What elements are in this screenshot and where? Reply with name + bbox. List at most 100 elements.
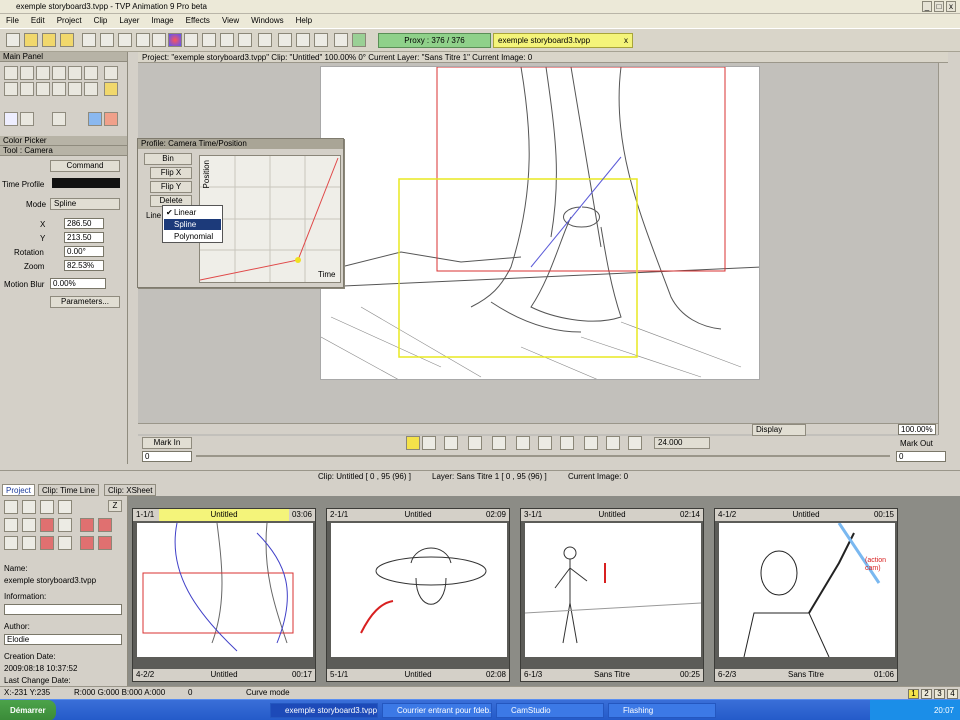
fps-dropdown[interactable]: 24.000 — [654, 437, 710, 449]
split-icon[interactable] — [296, 33, 310, 47]
y-field[interactable]: 213.50 — [64, 232, 104, 243]
storyboard-card[interactable]: 3-1/1 Untitled 02:14 6-1/3 Sans Titre 00:25 — [520, 508, 704, 682]
page-4-button[interactable]: 4 — [947, 689, 958, 699]
color-wheel-icon[interactable] — [168, 33, 182, 47]
merge-icon[interactable] — [80, 536, 94, 550]
menu-file[interactable]: File — [0, 14, 25, 25]
tab-xsheet[interactable]: Clip: XSheet — [104, 484, 157, 496]
hand-icon[interactable] — [104, 82, 118, 96]
cut-clip-icon[interactable] — [80, 518, 94, 532]
z-button[interactable]: Z — [108, 500, 122, 512]
card-thumbnail[interactable]: (action cam) — [719, 523, 895, 657]
menu-layer[interactable]: Layer — [113, 14, 145, 25]
author-field[interactable]: Elodie — [4, 634, 122, 645]
task-flashing[interactable]: Flashing — [608, 703, 716, 718]
vertical-scrollbar[interactable] — [938, 63, 950, 435]
monitor-icon[interactable] — [334, 33, 348, 47]
fast-forward-icon[interactable] — [606, 436, 620, 450]
box-icon[interactable] — [258, 33, 272, 47]
card-title[interactable]: Untitled — [327, 509, 509, 521]
play-reverse-icon[interactable] — [516, 436, 530, 450]
close-button[interactable]: x — [946, 1, 956, 12]
duplicate-icon[interactable] — [58, 518, 72, 532]
horizontal-scrollbar[interactable] — [138, 423, 938, 434]
undo-icon[interactable] — [88, 112, 102, 126]
new-icon[interactable] — [6, 33, 20, 47]
brush-icon[interactable] — [238, 33, 252, 47]
fill-icon[interactable] — [4, 82, 18, 96]
dot-tool-icon[interactable] — [4, 112, 18, 126]
cube-icon[interactable] — [152, 33, 166, 47]
paper-icon[interactable] — [202, 33, 216, 47]
maximize-button[interactable]: □ — [934, 1, 944, 12]
rotation-field[interactable]: 0.00° — [64, 246, 104, 257]
bin-dropdown[interactable]: Bin — [144, 153, 192, 165]
stamp-icon[interactable] — [20, 82, 34, 96]
selection-icon[interactable] — [36, 82, 50, 96]
add-below-icon[interactable] — [4, 536, 18, 550]
rewind-icon[interactable] — [492, 436, 506, 450]
pingpong-icon[interactable] — [422, 436, 436, 450]
save-as-icon[interactable] — [60, 33, 74, 47]
menu-clip[interactable]: Clip — [88, 14, 114, 25]
save-icon[interactable] — [42, 33, 56, 47]
add-after-icon[interactable] — [22, 536, 36, 550]
magic-wand-icon[interactable] — [52, 82, 66, 96]
mode-dropdown[interactable]: Spline — [50, 198, 120, 210]
task-tvpaint[interactable]: exemple storyboard3.tvpp — [270, 703, 378, 718]
pin-icon[interactable] — [136, 33, 150, 47]
start-button[interactable]: Démarrer — [0, 700, 56, 720]
flip-y-button[interactable]: Flip Y — [150, 181, 192, 193]
info-field[interactable] — [4, 604, 122, 615]
card-thumbnail[interactable] — [525, 523, 701, 657]
storyboard-card[interactable]: 1-1/1 Untitled 03:06 4-2/2 Untitled 00:17 — [132, 508, 316, 682]
card-title[interactable]: Untitled — [521, 509, 703, 521]
task-mail[interactable]: Courrier entrant pour fdeb... — [382, 703, 492, 718]
menu-help[interactable]: Help — [290, 14, 318, 25]
bezier-icon[interactable] — [68, 66, 82, 80]
split-clip-icon[interactable] — [98, 518, 112, 532]
file-tab[interactable]: exemple storyboard3.tvpp x — [493, 33, 633, 48]
rectangle-icon[interactable] — [36, 66, 50, 80]
tab-project[interactable]: Project — [2, 484, 35, 496]
stop-icon[interactable] — [560, 436, 574, 450]
play-icon[interactable] — [538, 436, 552, 450]
page-1-button[interactable]: 1 — [908, 689, 919, 699]
parameters-button[interactable]: Parameters... — [50, 296, 120, 308]
drawing-canvas[interactable] — [320, 66, 760, 380]
freehand-icon[interactable] — [4, 66, 18, 80]
card-thumbnail[interactable] — [137, 523, 313, 657]
command-dropdown[interactable]: Command — [50, 160, 120, 172]
page-2-button[interactable]: 2 — [921, 689, 932, 699]
in-field[interactable]: 0 — [142, 451, 192, 462]
layers-icon[interactable] — [184, 33, 198, 47]
eyedropper-icon[interactable] — [104, 66, 118, 80]
add-shot-icon[interactable] — [22, 518, 36, 532]
go-end-icon[interactable] — [628, 436, 642, 450]
go-start-icon[interactable] — [444, 436, 458, 450]
green-toggle-icon[interactable] — [352, 33, 366, 47]
card-title[interactable]: Untitled — [159, 509, 289, 521]
view-strip-icon[interactable] — [58, 500, 72, 514]
remove-clip-icon[interactable] — [40, 518, 54, 532]
menu-project[interactable]: Project — [51, 14, 88, 25]
cut-icon[interactable] — [82, 33, 96, 47]
grid4-icon[interactable] — [314, 33, 328, 47]
menu-view[interactable]: View — [216, 14, 245, 25]
display-dropdown[interactable]: Display — [752, 424, 806, 436]
fx-icon[interactable] — [100, 33, 114, 47]
page-3-button[interactable]: 3 — [934, 689, 945, 699]
motion-blur-field[interactable]: 0.00% — [50, 278, 106, 289]
redo-icon[interactable] — [104, 112, 118, 126]
minimize-button[interactable]: _ — [922, 1, 932, 12]
tab-timeline[interactable]: Clip: Time Line — [38, 484, 99, 496]
option-spline[interactable]: Spline — [164, 219, 221, 230]
storyboard-card[interactable]: 2-1/1 Untitled 02:09 5-1/1 Untitled 02:08 — [326, 508, 510, 682]
line-icon[interactable] — [20, 66, 34, 80]
mark-out-label[interactable]: Mark Out — [900, 439, 933, 448]
card-title[interactable]: Untitled — [715, 509, 897, 521]
camera-tool-icon[interactable] — [52, 112, 66, 126]
close-tab-icon[interactable]: x — [624, 34, 628, 48]
zoom-field[interactable]: 82.53% — [64, 260, 104, 271]
option-polynomial[interactable]: Polynomial — [164, 231, 221, 242]
